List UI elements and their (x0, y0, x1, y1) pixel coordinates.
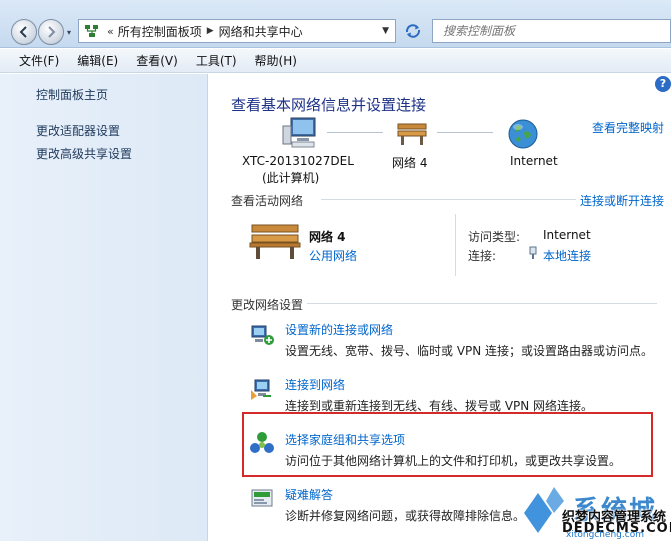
active-network-name: 网络 4 (309, 230, 346, 244)
forward-button[interactable] (38, 19, 64, 45)
this-computer-label: (此计算机) (262, 171, 320, 185)
section-divider (321, 199, 576, 200)
connect-disconnect-link[interactable]: 连接或断开连接 (580, 192, 664, 209)
troubleshoot-desc: 诊断并修复网络问题，或获得故障排除信息。 (285, 509, 526, 523)
change-advanced-sharing-link[interactable]: 更改高级共享设置 (36, 145, 132, 162)
map-network-label: 网络 4 (392, 156, 428, 170)
computer-icon (282, 117, 316, 148)
search-input[interactable] (433, 20, 670, 42)
address-toolbar: ▾ « 所有控制面板项 ▶ 网络和共享中心 ▼ (0, 0, 671, 48)
network-type-link[interactable]: 公用网络 (309, 247, 357, 264)
control-panel-home-link[interactable]: 控制面板主页 (36, 86, 108, 103)
map-connector (327, 132, 383, 133)
chevron-right-icon[interactable]: ▶ (207, 26, 214, 36)
menu-edit[interactable]: 编辑(E) (68, 52, 127, 69)
menu-file[interactable]: 文件(F) (10, 52, 68, 69)
map-connector (437, 132, 493, 133)
homegroup-icon (250, 432, 274, 453)
breadcrumb-all-control-panel-items[interactable]: 所有控制面板项 (118, 23, 202, 40)
homegroup-sharing-link[interactable]: 选择家庭组和共享选项 (285, 431, 405, 448)
access-type-label: 访问类型: (468, 230, 521, 244)
connections-label: 连接: (468, 249, 497, 263)
globe-icon (508, 119, 538, 149)
active-networks-heading: 查看活动网络 (231, 194, 304, 208)
left-navigation-pane: 控制面板主页 更改适配器设置 更改高级共享设置 (0, 74, 208, 541)
local-connection-link[interactable]: 本地连接 (543, 247, 591, 264)
setup-new-connection-desc: 设置无线、宽带、拨号、临时或 VPN 连接；或设置路由器或访问点。 (285, 344, 654, 358)
public-network-bench-icon (249, 224, 301, 259)
network-center-icon (85, 25, 98, 37)
watermark-line3: xitongcheng.com (566, 530, 644, 540)
recent-pages-dropdown[interactable]: ▾ (67, 28, 71, 37)
arrow-right-icon (48, 26, 56, 38)
access-type-value: Internet (543, 228, 591, 242)
vertical-divider (455, 214, 456, 276)
connect-network-icon (251, 379, 271, 400)
setup-new-connection-link[interactable]: 设置新的连接或网络 (285, 321, 393, 338)
menu-tools[interactable]: 工具(T) (187, 52, 246, 69)
bench-icon (397, 123, 427, 145)
breadcrumb-overflow[interactable]: « (107, 25, 114, 38)
new-connection-icon (251, 325, 274, 345)
troubleshoot-link[interactable]: 疑难解答 (285, 486, 333, 503)
address-dropdown-icon[interactable]: ▼ (382, 26, 389, 36)
homegroup-sharing-desc: 访问位于其他网络计算机上的文件和打印机，或更改共享设置。 (285, 454, 622, 468)
main-content: ? 查看基本网络信息并设置连接 查看完整映射 XTC-20131027DEL (… (209, 74, 671, 541)
menu-help[interactable]: 帮助(H) (246, 52, 306, 69)
map-internet-label: Internet (510, 154, 558, 168)
troubleshoot-icon (251, 489, 273, 507)
change-settings-heading: 更改网络设置 (231, 298, 304, 312)
menu-view[interactable]: 查看(V) (127, 52, 187, 69)
help-icon[interactable]: ? (655, 76, 671, 92)
menu-bar: 文件(F) 编辑(E) 查看(V) 工具(T) 帮助(H) (0, 49, 671, 73)
view-full-map-link[interactable]: 查看完整映射 (592, 119, 664, 136)
computer-name-label: XTC-20131027DEL (242, 154, 354, 168)
arrow-left-icon (19, 26, 27, 38)
search-box[interactable] (432, 19, 671, 43)
change-adapter-settings-link[interactable]: 更改适配器设置 (36, 122, 120, 139)
connect-to-network-link[interactable]: 连接到网络 (285, 376, 345, 393)
refresh-icon (405, 24, 421, 38)
page-title: 查看基本网络信息并设置连接 (231, 96, 427, 114)
breadcrumb-network-sharing-center[interactable]: 网络和共享中心 (219, 23, 303, 40)
section-divider (307, 303, 657, 304)
address-bar[interactable]: « 所有控制面板项 ▶ 网络和共享中心 ▼ (78, 19, 396, 43)
refresh-button[interactable] (400, 19, 426, 43)
back-button[interactable] (11, 19, 37, 45)
ethernet-icon (529, 246, 537, 259)
